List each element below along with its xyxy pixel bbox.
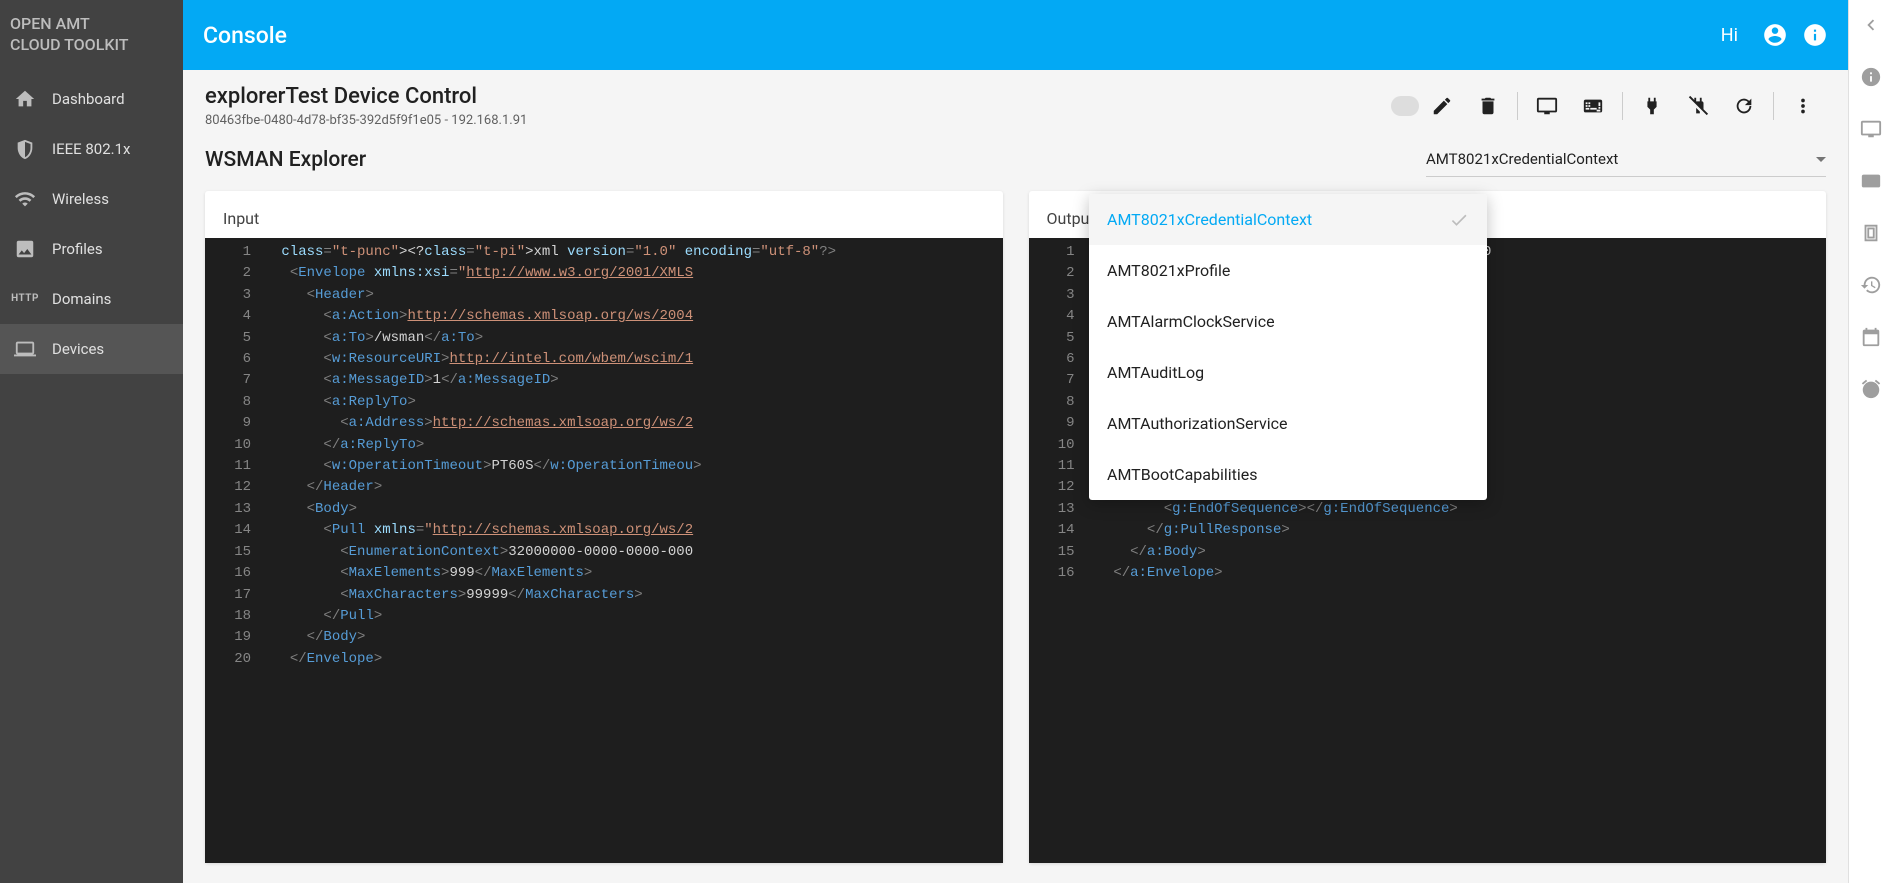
- device-header: explorerTest Device Control 80463fbe-048…: [183, 70, 1848, 134]
- dropdown-option[interactable]: AMTAlarmClockService: [1089, 296, 1487, 347]
- account-icon[interactable]: [1762, 22, 1788, 48]
- sidebar-item-domains[interactable]: HTTP Domains: [0, 274, 183, 324]
- app-title: Console: [203, 22, 287, 49]
- history-icon[interactable]: [1860, 274, 1882, 296]
- status-chip: [1391, 96, 1419, 116]
- sidebar-item-devices[interactable]: Devices: [0, 324, 183, 374]
- device-title: explorerTest Device Control: [205, 84, 1373, 109]
- sidebar-item-profiles[interactable]: Profiles: [0, 224, 183, 274]
- sidebar-item-dashboard[interactable]: Dashboard: [0, 74, 183, 124]
- sidebar-item-label: Profiles: [52, 240, 103, 258]
- power-off-button[interactable]: [1675, 86, 1721, 126]
- image-icon: [14, 238, 36, 260]
- laptop-icon: [14, 338, 36, 360]
- right-rail: [1848, 0, 1892, 883]
- sidebar-item-label: Domains: [52, 290, 111, 308]
- chevron-left-icon[interactable]: [1860, 14, 1882, 36]
- dropdown-option[interactable]: AMTAuditLog: [1089, 347, 1487, 398]
- sidebar-item-label: Devices: [52, 340, 104, 358]
- monitor-icon[interactable]: [1860, 118, 1882, 140]
- dropdown-arrow-icon: [1816, 157, 1826, 162]
- shield-icon: [14, 138, 36, 160]
- input-panel: Input 1234567891011121314151617181920 cl…: [205, 191, 1003, 863]
- chip-icon[interactable]: [1860, 222, 1882, 244]
- sidebar-item-ieee8021x[interactable]: IEEE 802.1x: [0, 124, 183, 174]
- home-icon: [14, 88, 36, 110]
- info-icon[interactable]: [1802, 22, 1828, 48]
- panel-title: Input: [205, 191, 1003, 238]
- calendar-icon[interactable]: [1860, 326, 1882, 348]
- dropdown-option[interactable]: AMTAuthorizationService: [1089, 398, 1487, 449]
- sidebar-item-label: IEEE 802.1x: [52, 140, 131, 158]
- edit-button[interactable]: [1419, 86, 1465, 126]
- class-selector[interactable]: AMT8021xCredentialContext: [1426, 142, 1826, 177]
- sidebar-item-label: Dashboard: [52, 90, 125, 108]
- dropdown-option[interactable]: AMT8021xProfile: [1089, 245, 1487, 296]
- dropdown-option[interactable]: AMT8021xCredentialContext: [1089, 194, 1487, 245]
- check-icon: [1449, 210, 1469, 230]
- keyboard-button[interactable]: [1570, 86, 1616, 126]
- delete-button[interactable]: [1465, 86, 1511, 126]
- wifi-icon: [14, 188, 36, 210]
- input-code[interactable]: 1234567891011121314151617181920 class="t…: [205, 238, 1003, 863]
- sidebar-item-wireless[interactable]: Wireless: [0, 174, 183, 224]
- monitor-button[interactable]: [1524, 86, 1570, 126]
- more-button[interactable]: [1780, 86, 1826, 126]
- sidebar: OPEN AMT CLOUD TOOLKIT Dashboard IEEE 80…: [0, 0, 183, 883]
- http-icon: HTTP: [14, 288, 36, 310]
- brand: OPEN AMT CLOUD TOOLKIT: [0, 0, 183, 74]
- dropdown-option[interactable]: AMTBootCapabilities: [1089, 449, 1487, 500]
- greeting: Hi: [1721, 25, 1738, 46]
- brand-line1: OPEN AMT: [10, 14, 173, 35]
- class-dropdown[interactable]: AMT8021xCredentialContextAMT8021xProfile…: [1089, 194, 1487, 500]
- sidebar-item-label: Wireless: [52, 190, 109, 208]
- info-outline-icon[interactable]: [1860, 66, 1882, 88]
- selected-value: AMT8021xCredentialContext: [1426, 150, 1618, 168]
- section-heading: WSMAN Explorer: [205, 148, 1426, 172]
- brand-line2: CLOUD TOOLKIT: [10, 35, 173, 56]
- reset-button[interactable]: [1721, 86, 1767, 126]
- keyboard-icon[interactable]: [1860, 170, 1882, 192]
- device-subtitle: 80463fbe-0480-4d78-bf35-392d5f9f1e05 - 1…: [205, 113, 1373, 128]
- power-plug-button[interactable]: [1629, 86, 1675, 126]
- alarm-icon[interactable]: [1860, 378, 1882, 400]
- topbar: Console Hi: [183, 0, 1848, 70]
